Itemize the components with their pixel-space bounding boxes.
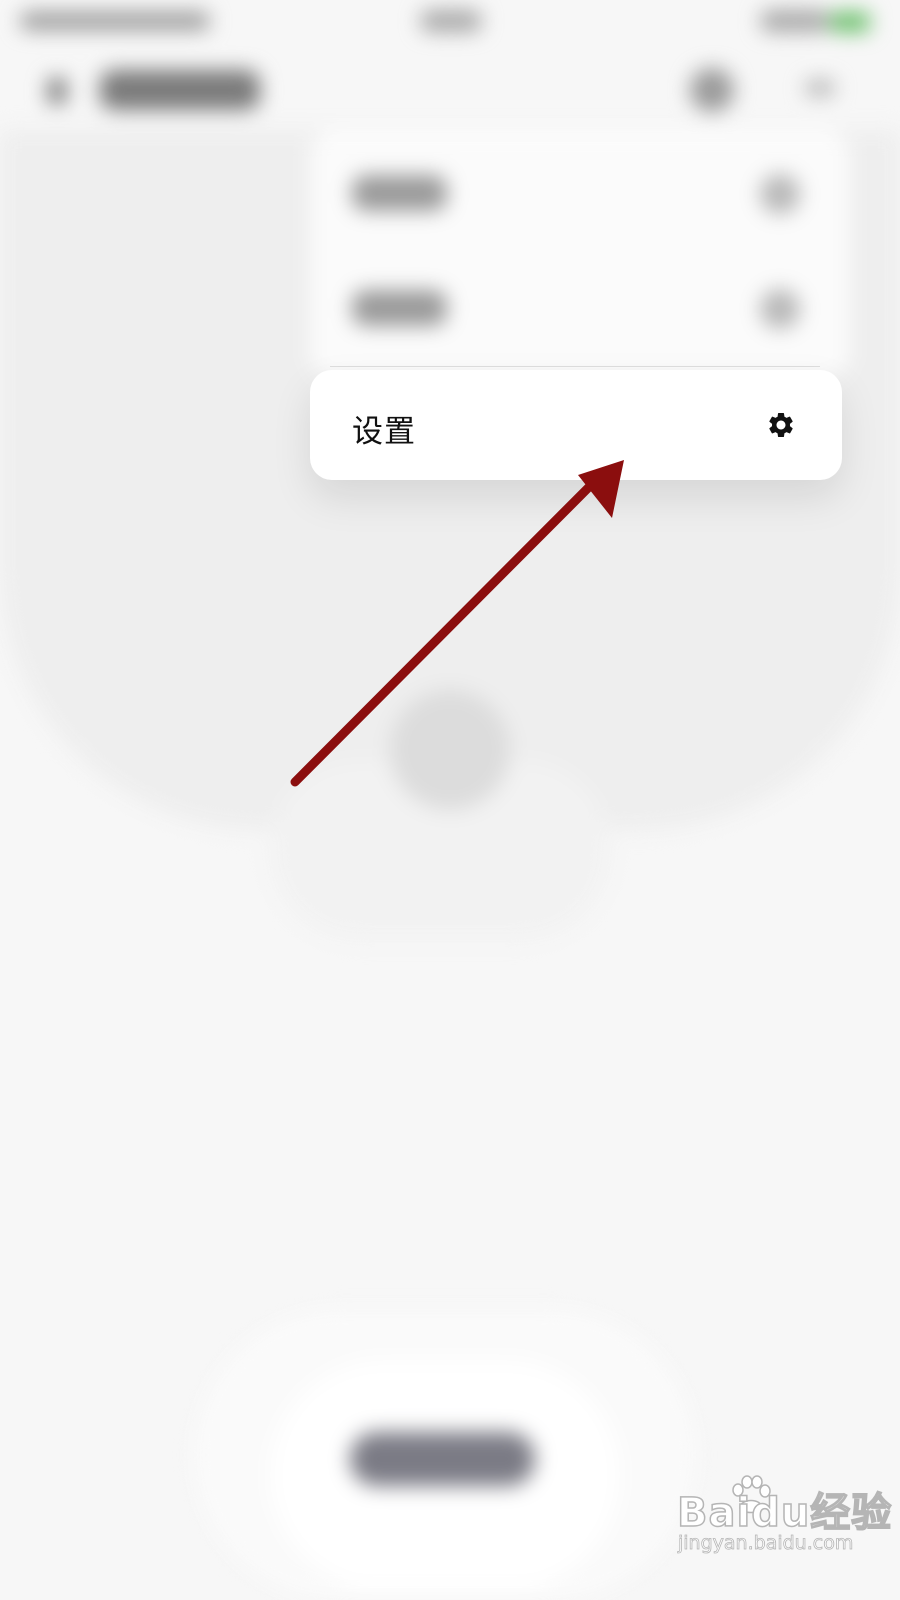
watermark-logo: Baidu经验	[676, 1489, 893, 1537]
annotation-arrow	[290, 460, 624, 787]
watermark-url: jingyan.baidu.com	[678, 1532, 854, 1555]
